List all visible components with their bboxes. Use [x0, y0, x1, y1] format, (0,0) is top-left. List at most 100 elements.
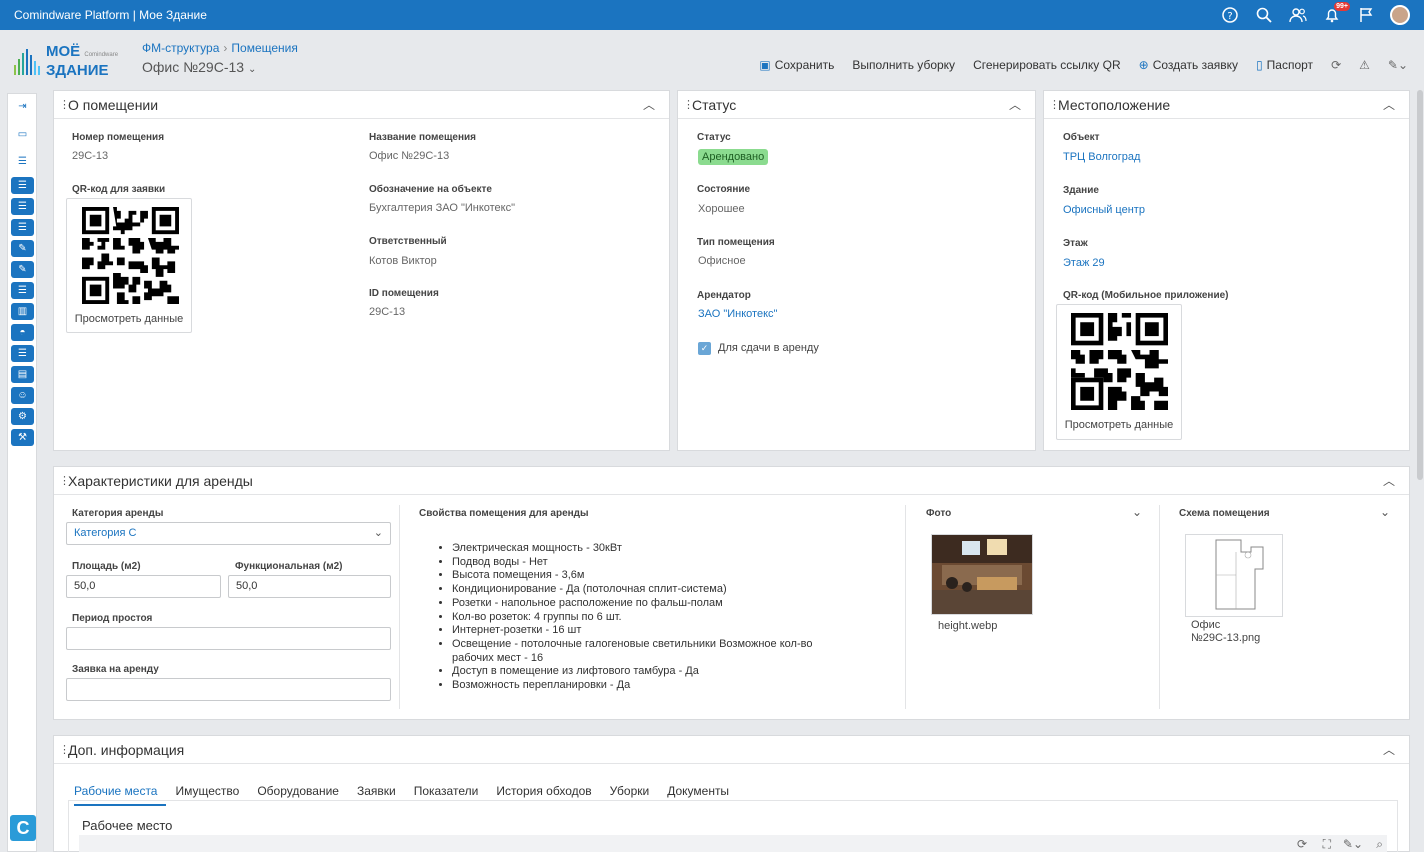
collapse-sidebar-icon[interactable]: ⇥: [11, 98, 34, 115]
for-rent-label: Для сдачи в аренду: [718, 342, 819, 354]
chevron-up-icon[interactable]: ︿: [1383, 472, 1395, 489]
rent-category-select[interactable]: Категория С ⌄: [66, 522, 391, 545]
search-icon[interactable]: ⌕: [1376, 837, 1383, 852]
area-input[interactable]: 50,0: [66, 575, 221, 598]
list-icon[interactable]: ☰: [11, 177, 34, 194]
breadcrumb-fm-structure[interactable]: ФМ-структура: [142, 41, 219, 55]
building-icon[interactable]: ▥: [11, 303, 34, 320]
gear-icon[interactable]: ⚙: [11, 408, 34, 425]
app-logo: МОЁ Comindware ЗДАНИЕ: [14, 44, 118, 78]
list-icon[interactable]: ☰: [11, 198, 34, 215]
brush-icon[interactable]: ✎: [11, 240, 34, 257]
users-icon[interactable]: [1288, 5, 1308, 25]
list-icon[interactable]: ☰: [11, 219, 34, 236]
create-request-button[interactable]: ⊕ Создать заявку: [1135, 56, 1242, 74]
chevron-up-icon[interactable]: ︿: [1009, 96, 1021, 113]
passport-button[interactable]: ▯ Паспорт: [1252, 56, 1317, 74]
mobile-qr-box[interactable]: Просмотреть данные: [1056, 304, 1182, 440]
chevron-up-icon[interactable]: ︿: [643, 96, 655, 113]
logo-line1: МОЁ: [46, 43, 81, 60]
brush-icon[interactable]: ✎: [11, 261, 34, 278]
condition-value: Хорошее: [698, 203, 745, 215]
mobile-qr-caption[interactable]: Просмотреть данные: [1057, 419, 1181, 431]
fullscreen-icon[interactable]: ⛶: [1323, 837, 1331, 852]
monitor-icon[interactable]: ▭: [11, 126, 34, 143]
location-panel-header[interactable]: ⋮ Местоположение ︿: [1044, 91, 1409, 119]
scheme-thumbnail[interactable]: [1185, 534, 1283, 617]
scheme-filename[interactable]: Офис №29С-13.png: [1191, 619, 1271, 645]
extra-panel-header[interactable]: ⋮ Доп. информация ︿: [54, 736, 1409, 764]
chevron-down-icon[interactable]: ⌄: [1132, 505, 1142, 519]
floor-link[interactable]: Этаж 29: [1063, 257, 1105, 269]
chevron-up-icon[interactable]: ︿: [1383, 741, 1395, 758]
save-icon: ▣: [759, 58, 771, 72]
floor-plan-image: [1186, 535, 1282, 616]
generate-qr-button[interactable]: Сгенерировать ссылку QR: [969, 56, 1125, 74]
status-panel-header[interactable]: ⋮ Статус ︿: [678, 91, 1035, 119]
rent-request-input[interactable]: [66, 678, 391, 701]
building-link[interactable]: Офисный центр: [1063, 204, 1145, 216]
drag-handle-icon[interactable]: ⋮: [59, 98, 70, 111]
chevron-down-icon: ⌄: [373, 527, 383, 539]
save-button[interactable]: ▣ Сохранить: [755, 56, 838, 74]
drag-handle-icon[interactable]: ⋮: [683, 98, 694, 111]
list-icon[interactable]: ☰: [11, 345, 34, 362]
photo-filename[interactable]: height.webp: [938, 620, 997, 632]
drag-handle-icon[interactable]: ⋮: [1049, 98, 1060, 111]
building-label: Здание: [1063, 185, 1099, 196]
clean-button[interactable]: Выполнить уборку: [848, 56, 959, 74]
tenant-link[interactable]: ЗАО "Инкотекс": [698, 308, 777, 320]
rent-request-label: Заявка на аренду: [72, 664, 159, 675]
designation-value: Бухгалтерия ЗАО "Инкотекс": [369, 202, 516, 214]
idle-period-input[interactable]: [66, 627, 391, 650]
about-panel-header[interactable]: ⋮ О помещении ︿: [54, 91, 669, 119]
refresh-icon[interactable]: ⟳: [1327, 56, 1345, 74]
object-link[interactable]: ТРЦ Волгоград: [1063, 151, 1140, 163]
comindware-logo-icon[interactable]: C: [10, 815, 36, 841]
checklist-icon[interactable]: ☰: [11, 153, 34, 170]
rent-panel: ⋮ Характеристики для аренды ︿ Категория …: [53, 466, 1410, 720]
idle-period-label: Период простоя: [72, 613, 153, 624]
list-item: Доступ в помещение из лифтового тамбура …: [452, 665, 836, 679]
qr-request-box[interactable]: Просмотреть данные: [66, 198, 192, 333]
search-icon[interactable]: [1254, 5, 1274, 25]
rent-category-value: Категория С: [74, 527, 137, 539]
page-scrollbar[interactable]: [1417, 90, 1423, 480]
status-label: Статус: [697, 132, 731, 143]
list-item: Кол-во розеток: 4 группы по 6 шт.: [452, 611, 836, 625]
photo-thumbnail[interactable]: [931, 534, 1033, 615]
edit-icon[interactable]: ✎⌄: [1343, 837, 1363, 851]
functional-area-input[interactable]: 50,0: [228, 575, 391, 598]
app-topbar: Comindware Platform | Мое Здание ? 99+: [0, 0, 1424, 30]
drag-handle-icon[interactable]: ⋮: [59, 743, 70, 756]
chat-icon[interactable]: ▤: [11, 366, 34, 383]
save-button-label: Сохранить: [774, 58, 835, 72]
bell-icon[interactable]: 99+: [1322, 2, 1350, 25]
rent-panel-header[interactable]: ⋮ Характеристики для аренды ︿: [54, 467, 1409, 495]
office-photo-image: [932, 535, 1032, 614]
wrench-icon[interactable]: ⚒: [11, 429, 34, 446]
app-title: Comindware Platform | Мое Здание: [14, 8, 207, 22]
scheme-label: Схема помещения: [1179, 508, 1270, 519]
help-icon[interactable]: ?: [1220, 5, 1240, 25]
flag-icon[interactable]: [1356, 5, 1376, 25]
dome-icon[interactable]: ◓: [11, 324, 34, 341]
avatar[interactable]: [1390, 5, 1410, 25]
list-icon[interactable]: ☰: [11, 282, 34, 299]
page-title[interactable]: Офис №29С-13 ⌄: [142, 59, 256, 75]
warning-icon[interactable]: ⚠: [1355, 56, 1374, 74]
edit-icon[interactable]: ✎⌄: [1384, 56, 1412, 74]
page-title-text: Офис №29С-13: [142, 59, 245, 75]
for-rent-checkbox[interactable]: ✓: [698, 342, 711, 355]
chevron-down-icon[interactable]: ⌄: [1380, 505, 1390, 519]
props-label: Свойства помещения для аренды: [419, 508, 589, 519]
refresh-icon[interactable]: ⟳: [1297, 837, 1307, 851]
extra-panel: ⋮ Доп. информация ︿ Рабочие места Имущес…: [53, 735, 1410, 852]
qr-request-caption[interactable]: Просмотреть данные: [67, 313, 191, 325]
functional-area-label: Функциональная (м2): [235, 561, 343, 572]
list-item: Интернет-розетки - 16 шт: [452, 624, 836, 638]
drag-handle-icon[interactable]: ⋮: [59, 474, 70, 487]
chevron-up-icon[interactable]: ︿: [1383, 96, 1395, 113]
people-icon[interactable]: ☺: [11, 387, 34, 404]
breadcrumb-rooms[interactable]: Помещения: [231, 41, 297, 55]
